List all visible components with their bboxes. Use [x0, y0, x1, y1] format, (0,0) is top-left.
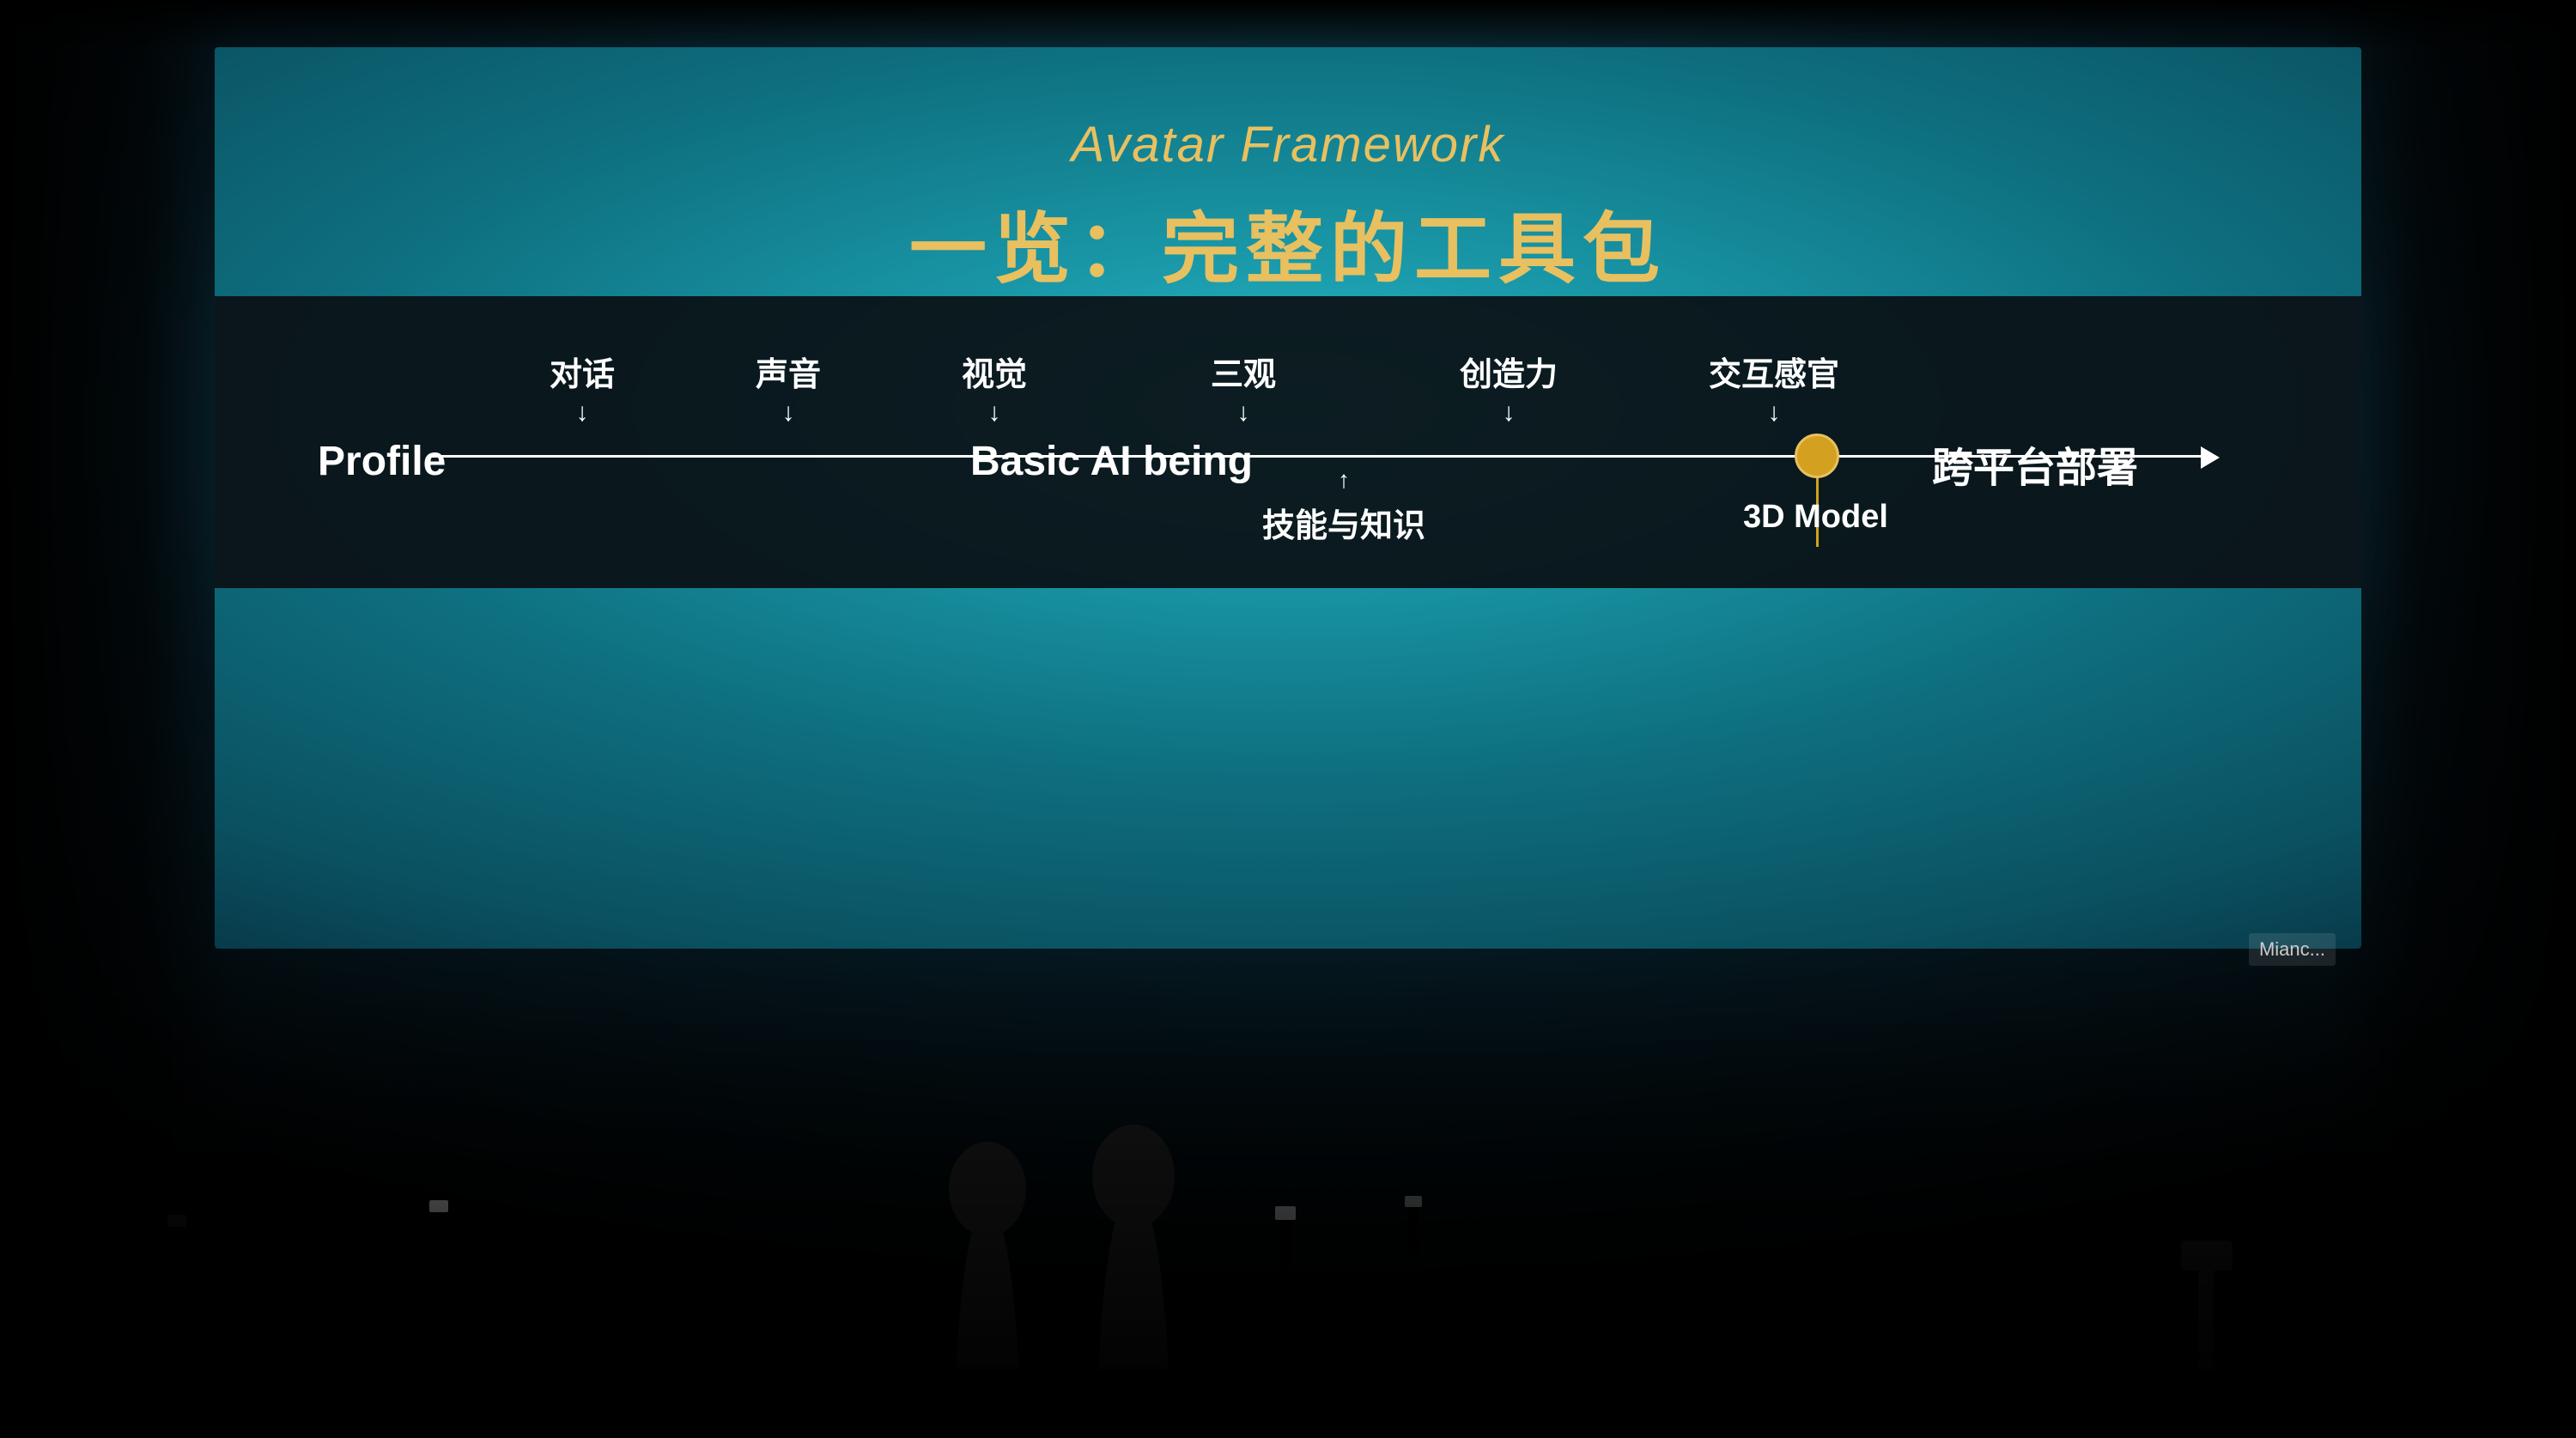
- top-label-jiaohu: 交互感官 ↓: [1709, 348, 1839, 428]
- title-english: Avatar Framework: [215, 116, 2361, 173]
- jineng-arrow: ↑: [1262, 466, 1425, 494]
- top-label-sanguan: 三观 ↓: [1211, 348, 1276, 428]
- jineng-text: 技能与知识: [1262, 499, 1425, 546]
- 3dmodel-text: 3D Model: [1743, 499, 1888, 536]
- jiaohu-arrow: ↓: [1709, 398, 1839, 428]
- basic-ai-label: Basic AI being: [970, 438, 1253, 485]
- shijue-text: 视觉: [962, 348, 1027, 395]
- duihua-arrow: ↓: [550, 398, 615, 428]
- top-label-shengyin: 声音 ↓: [756, 348, 821, 428]
- diagram-area: Profile Basic AI being 跨平台部署 对话 ↓ 声音 ↓ 视…: [215, 296, 2361, 588]
- shengyin-arrow: ↓: [756, 398, 821, 428]
- shijue-arrow: ↓: [962, 398, 1027, 428]
- duihua-text: 对话: [550, 348, 615, 395]
- jiaohu-text: 交互感官: [1709, 348, 1839, 395]
- sanguan-arrow: ↓: [1211, 398, 1276, 428]
- audience-area: [0, 957, 2576, 1438]
- profile-label: Profile: [318, 438, 446, 485]
- chuangzaoli-text: 创造力: [1460, 348, 1558, 395]
- cross-platform-label: 跨平台部署: [1932, 434, 2138, 494]
- title-area: Avatar Framework 一览：完整的工具包: [215, 116, 2361, 298]
- presentation-screen: Avatar Framework 一览：完整的工具包 Profile Basic…: [215, 47, 2361, 949]
- shengyin-text: 声音: [756, 348, 821, 395]
- sanguan-text: 三观: [1211, 348, 1276, 395]
- bottom-label-3dmodel: ↑ 3D Model: [1743, 466, 1888, 536]
- top-label-duihua: 对话 ↓: [550, 348, 615, 428]
- top-label-shijue: 视觉 ↓: [962, 348, 1027, 428]
- diagram-inner: Profile Basic AI being 跨平台部署 对话 ↓ 声音 ↓ 视…: [301, 322, 2275, 562]
- top-label-chuangzaoli: 创造力 ↓: [1460, 348, 1558, 428]
- title-chinese: 一览：完整的工具包: [215, 186, 2361, 298]
- chuangzaoli-arrow: ↓: [1460, 398, 1558, 428]
- top-vignette: [0, 0, 2576, 52]
- bottom-label-jineng: ↑ 技能与知识: [1262, 466, 1425, 546]
- audience-silhouettes: [0, 957, 2576, 1438]
- line-arrow: [2201, 446, 2220, 469]
